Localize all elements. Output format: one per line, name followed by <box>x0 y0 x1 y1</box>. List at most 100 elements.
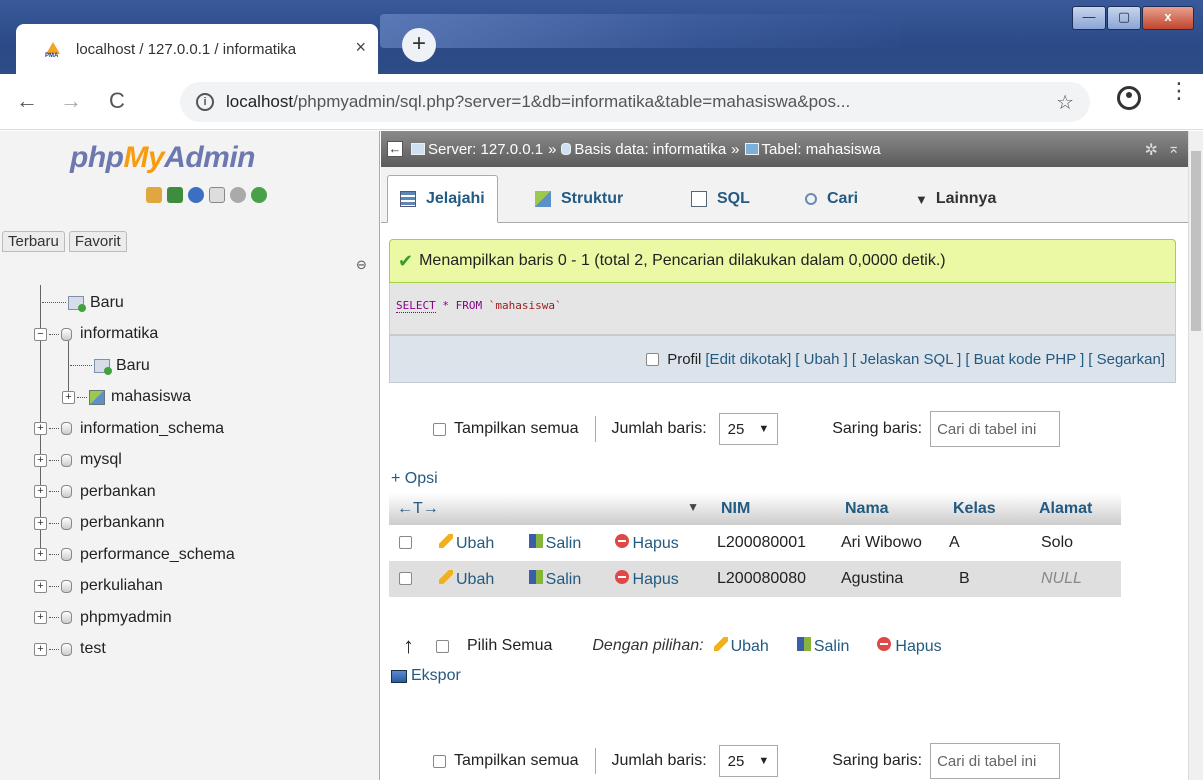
show-all-checkbox[interactable] <box>433 754 446 768</box>
expand-icon[interactable]: + <box>34 611 47 625</box>
edit-inline-link[interactable]: [Edit dikotak] <box>705 351 791 368</box>
bulk-copy-button[interactable]: Salin <box>796 636 849 656</box>
cell-nim[interactable]: L200080080 <box>713 561 837 597</box>
row-checkbox[interactable] <box>399 536 412 550</box>
sort-dropdown-icon[interactable]: ▼ <box>687 500 699 514</box>
delete-row-button[interactable]: Hapus <box>614 533 679 552</box>
copy-row-button[interactable]: Salin <box>528 569 581 588</box>
cell-nama[interactable]: Agustina <box>837 561 945 597</box>
column-arrows[interactable]: ←T→ <box>397 500 439 517</box>
tree-item-information-schema[interactable]: + information_schema <box>0 413 380 445</box>
column-header-nim[interactable]: NIM <box>713 493 837 525</box>
settings-icon[interactable] <box>230 187 246 203</box>
cell-alamat[interactable]: Solo <box>1031 525 1121 561</box>
delete-row-button[interactable]: Hapus <box>614 569 679 588</box>
profile-icon[interactable] <box>1117 86 1141 110</box>
tree-item-new-table[interactable]: Baru <box>0 350 380 382</box>
collapse-panel-icon[interactable]: ← <box>387 141 403 157</box>
reload-button[interactable]: C <box>100 84 134 118</box>
row-checkbox[interactable] <box>399 572 412 586</box>
forward-button[interactable]: → <box>54 84 88 118</box>
edit-query-link[interactable]: [ Ubah ] <box>795 351 848 368</box>
tree-item-perbankan[interactable]: + perbankan <box>0 476 380 508</box>
scrollbar-thumb[interactable] <box>1191 151 1201 331</box>
tab-sql[interactable]: SQL <box>679 175 762 223</box>
new-tab-button[interactable]: + <box>402 28 436 62</box>
expand-icon[interactable]: + <box>34 453 47 467</box>
cell-kelas[interactable]: A <box>945 525 1031 561</box>
export-button[interactable]: Ekspor <box>391 667 461 685</box>
refresh-link[interactable]: [ Segarkan] <box>1088 351 1165 368</box>
bulk-edit-button[interactable]: Ubah <box>713 636 769 656</box>
tree-item-test[interactable]: + test <box>0 634 380 666</box>
check-all-checkbox[interactable] <box>436 639 449 653</box>
tab-more[interactable]: ▼ Lainnya <box>903 175 1008 223</box>
check-all-label[interactable]: Pilih Semua <box>467 637 552 655</box>
copy-row-button[interactable]: Salin <box>528 533 581 552</box>
vertical-scrollbar[interactable] <box>1188 131 1203 780</box>
window-close-button[interactable]: x <box>1142 6 1194 30</box>
expand-icon[interactable]: + <box>34 422 47 436</box>
breadcrumb-database[interactable]: Basis data: informatika <box>574 141 726 158</box>
tree-item-phpmyadmin[interactable]: + phpmyadmin <box>0 602 380 634</box>
address-bar[interactable]: i localhost/phpmyadmin/sql.php?server=1&… <box>180 82 1090 122</box>
tree-item-new[interactable]: Baru <box>0 287 380 319</box>
site-info-icon[interactable]: i <box>196 93 214 111</box>
column-header-alamat[interactable]: Alamat <box>1031 493 1121 525</box>
docs-icon[interactable] <box>209 187 225 203</box>
create-php-code-link[interactable]: [ Buat kode PHP ] <box>965 351 1084 368</box>
tab-browse[interactable]: Jelajahi <box>387 175 498 223</box>
link-with-main-icon[interactable]: ⊖ <box>356 257 367 273</box>
expand-icon[interactable]: + <box>62 390 75 404</box>
tree-item-mahasiswa[interactable]: + mahasiswa <box>0 382 380 414</box>
bulk-delete-button[interactable]: Hapus <box>877 636 942 656</box>
filter-rows-input[interactable]: Cari di tabel ini <box>930 411 1061 447</box>
filter-rows-input[interactable]: Cari di tabel ini <box>930 743 1061 779</box>
tab-favorite[interactable]: Favorit <box>68 231 127 252</box>
options-link[interactable]: + Opsi <box>391 470 438 488</box>
tab-search[interactable]: Cari <box>793 175 870 223</box>
edit-row-button[interactable]: Ubah <box>439 569 494 588</box>
collapse-icon[interactable]: − <box>34 327 47 341</box>
logout-icon[interactable] <box>167 187 183 203</box>
expand-icon[interactable]: + <box>34 548 47 562</box>
bookmark-star-icon[interactable]: ☆ <box>1056 90 1074 115</box>
back-button[interactable]: ← <box>10 84 44 118</box>
tab-close-icon[interactable]: × <box>355 37 366 58</box>
expand-icon[interactable]: + <box>34 485 47 499</box>
explain-sql-link[interactable]: [ Jelaskan SQL ] <box>852 351 962 368</box>
cell-nama[interactable]: Ari Wibowo <box>837 525 945 561</box>
tab-structure[interactable]: Struktur <box>523 175 635 223</box>
tree-item-mysql[interactable]: + mysql <box>0 445 380 477</box>
maximize-button[interactable]: ▢ <box>1107 6 1141 30</box>
profile-checkbox[interactable] <box>646 352 660 366</box>
breadcrumb-table[interactable]: Tabel: mahasiswa <box>762 141 881 158</box>
reload-nav-icon[interactable] <box>251 187 267 203</box>
tree-item-informatika[interactable]: − informatika <box>0 319 380 351</box>
scroll-top-icon[interactable]: ⌅ <box>1167 139 1180 157</box>
help-icon[interactable] <box>188 187 204 203</box>
tree-item-performance-schema[interactable]: + performance_schema <box>0 539 380 571</box>
cell-nim[interactable]: L200080001 <box>713 525 837 561</box>
show-all-checkbox[interactable] <box>433 422 446 436</box>
edit-row-button[interactable]: Ubah <box>439 533 494 552</box>
home-icon[interactable] <box>146 187 162 203</box>
phpmyadmin-logo[interactable]: phpMyAdmin <box>70 141 255 175</box>
expand-icon[interactable]: + <box>34 516 47 530</box>
minimize-button[interactable]: — <box>1072 6 1106 30</box>
browser-tab[interactable]: PMA localhost / 127.0.0.1 / informatika … <box>16 24 378 74</box>
rows-per-page-select[interactable]: 25 ▼ <box>718 413 779 445</box>
rows-per-page-select[interactable]: 25 ▼ <box>718 745 779 777</box>
breadcrumb-server[interactable]: Server: 127.0.0.1 <box>428 141 543 158</box>
browser-menu-icon[interactable]: ⋮ <box>1168 80 1190 102</box>
tree-item-perbankann[interactable]: + perbankann <box>0 508 380 540</box>
cell-kelas[interactable]: B <box>945 561 1031 597</box>
column-header-nama[interactable]: Nama <box>837 493 945 525</box>
tab-recent[interactable]: Terbaru <box>2 231 65 252</box>
expand-icon[interactable]: + <box>34 642 47 656</box>
column-header-kelas[interactable]: Kelas <box>945 493 1031 525</box>
tree-item-perkuliahan[interactable]: + perkuliahan <box>0 571 380 603</box>
settings-gear-icon[interactable]: ✲ <box>1145 140 1158 160</box>
sql-keyword-select[interactable]: SELECT <box>396 299 436 313</box>
expand-icon[interactable]: + <box>34 579 47 593</box>
